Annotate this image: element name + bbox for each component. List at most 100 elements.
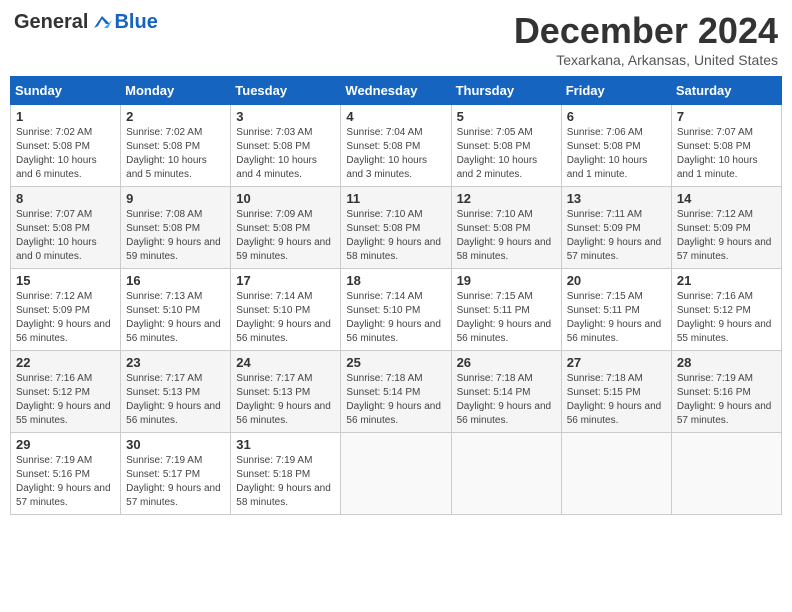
calendar-cell: 30 Sunrise: 7:19 AMSunset: 5:17 PMDayligh… (121, 433, 231, 515)
day-info: Sunrise: 7:07 AMSunset: 5:08 PMDaylight:… (677, 126, 776, 182)
day-number: 19 (457, 273, 556, 288)
calendar-cell: 6 Sunrise: 7:06 AMSunset: 5:08 PMDaylight… (561, 105, 671, 187)
day-number: 17 (236, 273, 335, 288)
calendar-cell (451, 433, 561, 515)
day-info: Sunrise: 7:02 AMSunset: 5:08 PMDaylight:… (126, 126, 225, 182)
day-number: 28 (677, 355, 776, 370)
day-info: Sunrise: 7:04 AMSunset: 5:08 PMDaylight:… (346, 126, 445, 182)
day-info: Sunrise: 7:19 AMSunset: 5:16 PMDaylight:… (677, 372, 776, 428)
calendar-cell: 11Sunrise: 7:10 AMSunset: 5:08 PMDayligh… (341, 187, 451, 269)
calendar-cell: 14 Sunrise: 7:12 AMSunset: 5:09 PMDayligh… (671, 187, 781, 269)
calendar-cell: 23Sunrise: 7:17 AMSunset: 5:13 PMDayligh… (121, 351, 231, 433)
day-info: Sunrise: 7:05 AMSunset: 5:08 PMDaylight:… (457, 126, 556, 182)
logo-general-text: General (14, 11, 88, 34)
calendar-cell: 16 Sunrise: 7:13 AMSunset: 5:10 PMDayligh… (121, 269, 231, 351)
day-number: 14 (677, 191, 776, 206)
day-info: Sunrise: 7:14 AMSunset: 5:10 PMDaylight:… (236, 290, 335, 346)
day-number: 20 (567, 273, 666, 288)
day-number: 22 (16, 355, 115, 370)
day-number: 25 (346, 355, 445, 370)
calendar-cell: 5 Sunrise: 7:05 AMSunset: 5:08 PMDaylight… (451, 105, 561, 187)
day-info: Sunrise: 7:19 AMSunset: 5:17 PMDaylight:… (126, 454, 225, 510)
calendar-cell: 26 Sunrise: 7:18 AMSunset: 5:14 PMDayligh… (451, 351, 561, 433)
day-info: Sunrise: 7:16 AMSunset: 5:12 PMDaylight:… (677, 290, 776, 346)
calendar-cell: 7 Sunrise: 7:07 AMSunset: 5:08 PMDaylight… (671, 105, 781, 187)
day-number: 1 (16, 109, 115, 124)
day-number: 5 (457, 109, 556, 124)
day-info: Sunrise: 7:11 AMSunset: 5:09 PMDaylight:… (567, 208, 666, 264)
day-number: 6 (567, 109, 666, 124)
day-number: 13 (567, 191, 666, 206)
day-info: Sunrise: 7:15 AMSunset: 5:11 PMDaylight:… (567, 290, 666, 346)
day-info: Sunrise: 7:18 AMSunset: 5:14 PMDaylight:… (346, 372, 445, 428)
calendar-cell: 25 Sunrise: 7:18 AMSunset: 5:14 PMDayligh… (341, 351, 451, 433)
calendar-cell: 31 Sunrise: 7:19 AMSunset: 5:18 PMDayligh… (231, 433, 341, 515)
calendar-cell: 29 Sunrise: 7:19 AMSunset: 5:16 PMDayligh… (11, 433, 121, 515)
day-info: Sunrise: 7:06 AMSunset: 5:08 PMDaylight:… (567, 126, 666, 182)
calendar-cell: 4Sunrise: 7:04 AMSunset: 5:08 PMDaylight… (341, 105, 451, 187)
calendar-cell (341, 433, 451, 515)
day-number: 12 (457, 191, 556, 206)
calendar-week-row: 29 Sunrise: 7:19 AMSunset: 5:16 PMDayligh… (11, 433, 782, 515)
day-number: 10 (236, 191, 335, 206)
calendar-cell (671, 433, 781, 515)
day-info: Sunrise: 7:19 AMSunset: 5:16 PMDaylight:… (16, 454, 115, 510)
day-info: Sunrise: 7:02 AMSunset: 5:08 PMDaylight:… (16, 126, 115, 182)
day-info: Sunrise: 7:07 AMSunset: 5:08 PMDaylight:… (16, 208, 115, 264)
day-number: 3 (236, 109, 335, 124)
calendar-week-row: 8 Sunrise: 7:07 AMSunset: 5:08 PMDaylight… (11, 187, 782, 269)
location-text: Texarkana, Arkansas, United States (514, 52, 778, 68)
day-number: 24 (236, 355, 335, 370)
calendar-cell: 19 Sunrise: 7:15 AMSunset: 5:11 PMDayligh… (451, 269, 561, 351)
calendar-cell: 10 Sunrise: 7:09 AMSunset: 5:08 PMDayligh… (231, 187, 341, 269)
calendar-header-row: SundayMondayTuesdayWednesdayThursdayFrid… (11, 77, 782, 105)
calendar-table: SundayMondayTuesdayWednesdayThursdayFrid… (10, 76, 782, 515)
day-info: Sunrise: 7:19 AMSunset: 5:18 PMDaylight:… (236, 454, 335, 510)
day-info: Sunrise: 7:08 AMSunset: 5:08 PMDaylight:… (126, 208, 225, 264)
day-number: 8 (16, 191, 115, 206)
calendar-cell: 9Sunrise: 7:08 AMSunset: 5:08 PMDaylight… (121, 187, 231, 269)
day-number: 30 (126, 437, 225, 452)
day-info: Sunrise: 7:14 AMSunset: 5:10 PMDaylight:… (346, 290, 445, 346)
calendar-cell: 20 Sunrise: 7:15 AMSunset: 5:11 PMDayligh… (561, 269, 671, 351)
day-info: Sunrise: 7:17 AMSunset: 5:13 PMDaylight:… (236, 372, 335, 428)
logo-blue-text: Blue (114, 11, 157, 34)
calendar-week-row: 1 Sunrise: 7:02 AMSunset: 5:08 PMDaylight… (11, 105, 782, 187)
day-number: 2 (126, 109, 225, 124)
day-info: Sunrise: 7:17 AMSunset: 5:13 PMDaylight:… (126, 372, 225, 428)
day-of-week-header: Monday (121, 77, 231, 105)
calendar-cell: 3 Sunrise: 7:03 AMSunset: 5:08 PMDaylight… (231, 105, 341, 187)
calendar-week-row: 15Sunrise: 7:12 AMSunset: 5:09 PMDayligh… (11, 269, 782, 351)
day-number: 31 (236, 437, 335, 452)
day-number: 21 (677, 273, 776, 288)
day-of-week-header: Saturday (671, 77, 781, 105)
day-number: 29 (16, 437, 115, 452)
day-of-week-header: Tuesday (231, 77, 341, 105)
calendar-cell: 18Sunrise: 7:14 AMSunset: 5:10 PMDayligh… (341, 269, 451, 351)
day-info: Sunrise: 7:15 AMSunset: 5:11 PMDaylight:… (457, 290, 556, 346)
day-of-week-header: Sunday (11, 77, 121, 105)
day-info: Sunrise: 7:12 AMSunset: 5:09 PMDaylight:… (677, 208, 776, 264)
calendar-cell: 8 Sunrise: 7:07 AMSunset: 5:08 PMDaylight… (11, 187, 121, 269)
day-info: Sunrise: 7:18 AMSunset: 5:14 PMDaylight:… (457, 372, 556, 428)
day-info: Sunrise: 7:13 AMSunset: 5:10 PMDaylight:… (126, 290, 225, 346)
day-info: Sunrise: 7:03 AMSunset: 5:08 PMDaylight:… (236, 126, 335, 182)
day-number: 16 (126, 273, 225, 288)
day-of-week-header: Thursday (451, 77, 561, 105)
logo: General Blue (14, 10, 158, 34)
day-number: 7 (677, 109, 776, 124)
day-of-week-header: Wednesday (341, 77, 451, 105)
title-area: December 2024 Texarkana, Arkansas, Unite… (514, 10, 778, 68)
day-info: Sunrise: 7:18 AMSunset: 5:15 PMDaylight:… (567, 372, 666, 428)
logo-icon (90, 10, 114, 34)
page-header: General Blue December 2024 Texarkana, Ar… (10, 10, 782, 68)
day-info: Sunrise: 7:16 AMSunset: 5:12 PMDaylight:… (16, 372, 115, 428)
day-info: Sunrise: 7:10 AMSunset: 5:08 PMDaylight:… (457, 208, 556, 264)
calendar-week-row: 22 Sunrise: 7:16 AMSunset: 5:12 PMDayligh… (11, 351, 782, 433)
calendar-cell (561, 433, 671, 515)
day-info: Sunrise: 7:09 AMSunset: 5:08 PMDaylight:… (236, 208, 335, 264)
calendar-cell: 13 Sunrise: 7:11 AMSunset: 5:09 PMDayligh… (561, 187, 671, 269)
day-number: 26 (457, 355, 556, 370)
calendar-cell: 12 Sunrise: 7:10 AMSunset: 5:08 PMDayligh… (451, 187, 561, 269)
day-info: Sunrise: 7:10 AMSunset: 5:08 PMDaylight:… (346, 208, 445, 264)
